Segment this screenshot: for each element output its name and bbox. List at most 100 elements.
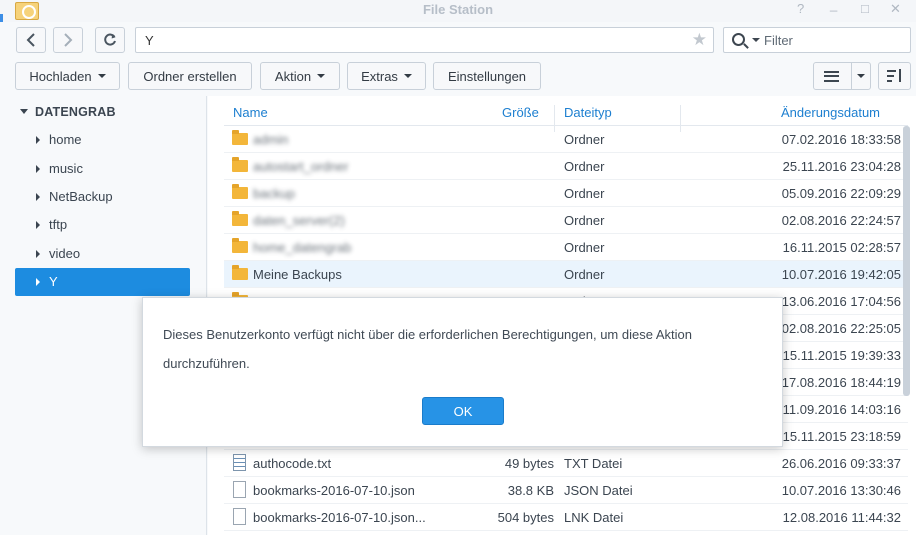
caret-right-icon: [36, 136, 40, 144]
filter-input[interactable]: Filter: [723, 27, 911, 53]
file-row[interactable]: home_datengrab Ordner 16.11.2015 02:28:57: [224, 234, 908, 261]
list-view-icon: [824, 70, 839, 82]
folder-icon: [232, 157, 248, 172]
filter-placeholder: Filter: [764, 33, 793, 48]
file-type: Ordner: [564, 186, 605, 201]
file-icon: [233, 481, 246, 498]
refresh-icon: [104, 33, 116, 46]
file-date: 05.09.2016 22:09:29: [781, 186, 901, 201]
file-row[interactable]: Meine Backups Ordner 10.07.2016 19:42:05: [224, 261, 908, 288]
sort-button[interactable]: [878, 62, 911, 90]
caret-down-icon[interactable]: [857, 74, 865, 78]
sidebar-item-video[interactable]: video: [15, 240, 190, 268]
file-row[interactable]: bookmarks-2016-07-10.json 38.8 KB JSON Dat…: [224, 477, 908, 504]
sort-icon: [886, 69, 903, 83]
sidebar-item-tftp[interactable]: tftp: [15, 211, 190, 239]
column-header: Name Größe Dateityp Änderungsdatum: [224, 99, 908, 132]
file-row[interactable]: daten_server(2) Ordner 02.08.2016 22:24:57: [224, 207, 908, 234]
minimize-icon[interactable]: _: [830, 0, 837, 12]
column-date[interactable]: Änderungsdatum: [781, 105, 880, 120]
file-type: LNK Datei: [564, 510, 624, 525]
sidebar-item-label: video: [49, 246, 81, 261]
file-size: 49 bytes: [504, 456, 554, 471]
file-type: JSON Datei: [564, 483, 633, 498]
extras-button[interactable]: Extras: [347, 62, 426, 90]
settings-button[interactable]: Einstellungen: [433, 62, 541, 90]
file-name: bookmarks-2016-07-10.json...: [253, 510, 426, 525]
chevron-right-icon: [64, 33, 73, 47]
file-type: Ordner: [564, 240, 605, 255]
window-title: File Station: [422, 2, 494, 17]
file-date: 02.08.2016 22:25:05: [781, 321, 901, 336]
ok-button[interactable]: OK: [422, 397, 504, 425]
title-bar: File Station ? _ □ ✕: [0, 0, 916, 22]
sidebar-item-home[interactable]: home: [15, 126, 190, 154]
settings-label: Einstellungen: [447, 68, 527, 84]
file-row[interactable]: bookmarks-2016-07-10.json... 504 bytes LNK…: [224, 504, 908, 531]
file-row[interactable]: backup Ordner 05.09.2016 22:09:29: [224, 180, 908, 207]
extras-label: Extras: [361, 68, 398, 84]
file-type: Ordner: [564, 159, 605, 174]
file-size: 38.8 KB: [507, 483, 554, 498]
file-row[interactable]: admin Ordner 07.02.2016 18:33:58: [224, 126, 908, 153]
path-input[interactable]: Y ★: [135, 27, 714, 53]
chevron-down-icon[interactable]: [752, 38, 760, 42]
create-folder-button[interactable]: Ordner erstellen: [128, 62, 252, 90]
scrollbar[interactable]: [903, 126, 910, 396]
create-folder-label: Ordner erstellen: [143, 68, 237, 84]
action-button[interactable]: Aktion: [260, 62, 340, 90]
file-name: Meine Backups: [253, 267, 342, 282]
file-name: admin: [253, 132, 289, 147]
folder-icon: [232, 238, 248, 253]
action-label: Aktion: [274, 68, 312, 84]
file-name: home_datengrab: [253, 240, 352, 255]
sidebar-item-netbackup[interactable]: NetBackup: [15, 183, 190, 211]
back-button[interactable]: [16, 27, 46, 53]
sidebar-item-music[interactable]: music: [15, 155, 190, 183]
file-date: 26.06.2016 09:33:37: [781, 456, 901, 471]
folder-icon: [232, 211, 248, 226]
caret-right-icon: [36, 165, 40, 173]
help-icon[interactable]: ?: [797, 1, 804, 16]
sidebar-item-label: NetBackup: [49, 189, 113, 204]
file-date: 11.09.2016 14:03:16: [782, 402, 901, 417]
folder-icon: [232, 130, 248, 145]
file-name: backup: [253, 186, 295, 201]
text-file-icon: [233, 454, 246, 471]
caret-right-icon: [36, 221, 40, 229]
caret-down-icon: [317, 74, 326, 78]
column-name[interactable]: Name: [233, 105, 268, 120]
file-date: 10.07.2016 19:42:05: [781, 267, 901, 282]
column-size[interactable]: Größe: [502, 105, 539, 120]
view-divider: [851, 63, 852, 89]
upload-label: Hochladen: [29, 68, 92, 84]
view-mode-button[interactable]: [813, 62, 871, 90]
refresh-button[interactable]: [95, 27, 125, 53]
folder-icon: [232, 184, 248, 199]
column-type[interactable]: Dateityp: [564, 105, 612, 120]
close-icon[interactable]: ✕: [890, 1, 901, 17]
upload-button[interactable]: Hochladen: [15, 62, 120, 90]
file-row[interactable]: autostart_ordner Ordner 25.11.2016 23:04:2…: [224, 153, 908, 180]
search-icon: [732, 33, 745, 46]
maximize-icon[interactable]: □: [861, 1, 869, 16]
favorite-star-icon[interactable]: ★: [692, 30, 707, 50]
sidebar-item-label: music: [49, 161, 83, 176]
file-type: Ordner: [564, 267, 605, 282]
file-name: bookmarks-2016-07-10.json: [253, 483, 415, 498]
caret-down-icon: [97, 74, 106, 78]
sidebar-item-label: tftp: [49, 217, 68, 232]
file-row[interactable]: authocode.txt 49 bytes TXT Datei 26.06.2016…: [224, 450, 908, 477]
file-date: 02.08.2016 22:24:57: [781, 213, 901, 228]
file-icon: [233, 508, 246, 525]
tree-root[interactable]: DATENGRAB: [20, 105, 116, 119]
sidebar-item-y[interactable]: Y: [15, 268, 190, 296]
file-date: 07.02.2016 18:33:58: [781, 132, 901, 147]
file-type: Ordner: [564, 132, 605, 147]
forward-button[interactable]: [53, 27, 83, 53]
file-date: 12.08.2016 11:44:32: [782, 510, 901, 525]
folder-icon: [232, 265, 248, 280]
file-name: authocode.txt: [253, 456, 332, 471]
chevron-left-icon: [26, 33, 35, 47]
file-date: 15.11.2015 23:18:59: [782, 429, 901, 444]
